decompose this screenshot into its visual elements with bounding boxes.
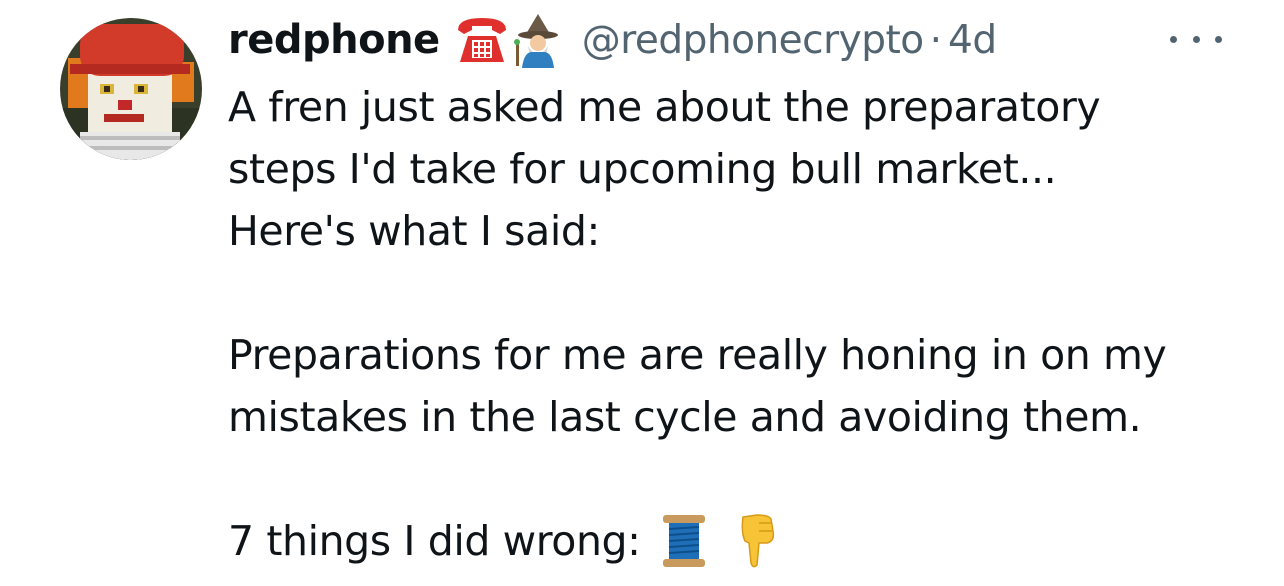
ellipsis-icon-dot xyxy=(1192,35,1200,43)
ellipsis-icon-dot xyxy=(1215,35,1222,43)
mage-icon xyxy=(512,12,564,68)
paragraph-break xyxy=(228,448,1258,510)
timestamp[interactable]: 4d xyxy=(948,18,997,63)
ellipsis-icon-dot xyxy=(1170,35,1177,43)
tweet-line: Preparations for me are really honing in… xyxy=(228,331,1167,379)
separator-dot: · xyxy=(929,17,943,63)
tweet-line: A fren just asked me about the preparato… xyxy=(228,83,1101,131)
tweet-last-line: 7 things I did wrong: xyxy=(228,510,1258,572)
more-options-button[interactable] xyxy=(1170,26,1222,52)
tweet-line: steps I'd take for upcoming bull market.… xyxy=(228,145,1057,193)
tweet-header: redphone @redphonecrypto · 4d xyxy=(228,10,997,70)
thread-spool-icon xyxy=(659,513,709,569)
telephone-icon xyxy=(454,14,510,66)
paragraph-break xyxy=(228,262,1258,324)
tweet-line: 7 things I did wrong: xyxy=(228,517,641,565)
author-name[interactable]: redphone xyxy=(228,17,440,63)
tweet-text: A fren just asked me about the preparato… xyxy=(228,76,1258,572)
tweet-line: mistakes in the last cycle and avoiding … xyxy=(228,393,1142,441)
pointing-down-icon xyxy=(735,513,779,569)
tweet-line: Here's what I said: xyxy=(228,207,600,255)
avatar[interactable] xyxy=(60,18,202,160)
author-handle[interactable]: @redphonecrypto xyxy=(582,18,924,63)
clown-avatar-icon xyxy=(60,18,202,160)
